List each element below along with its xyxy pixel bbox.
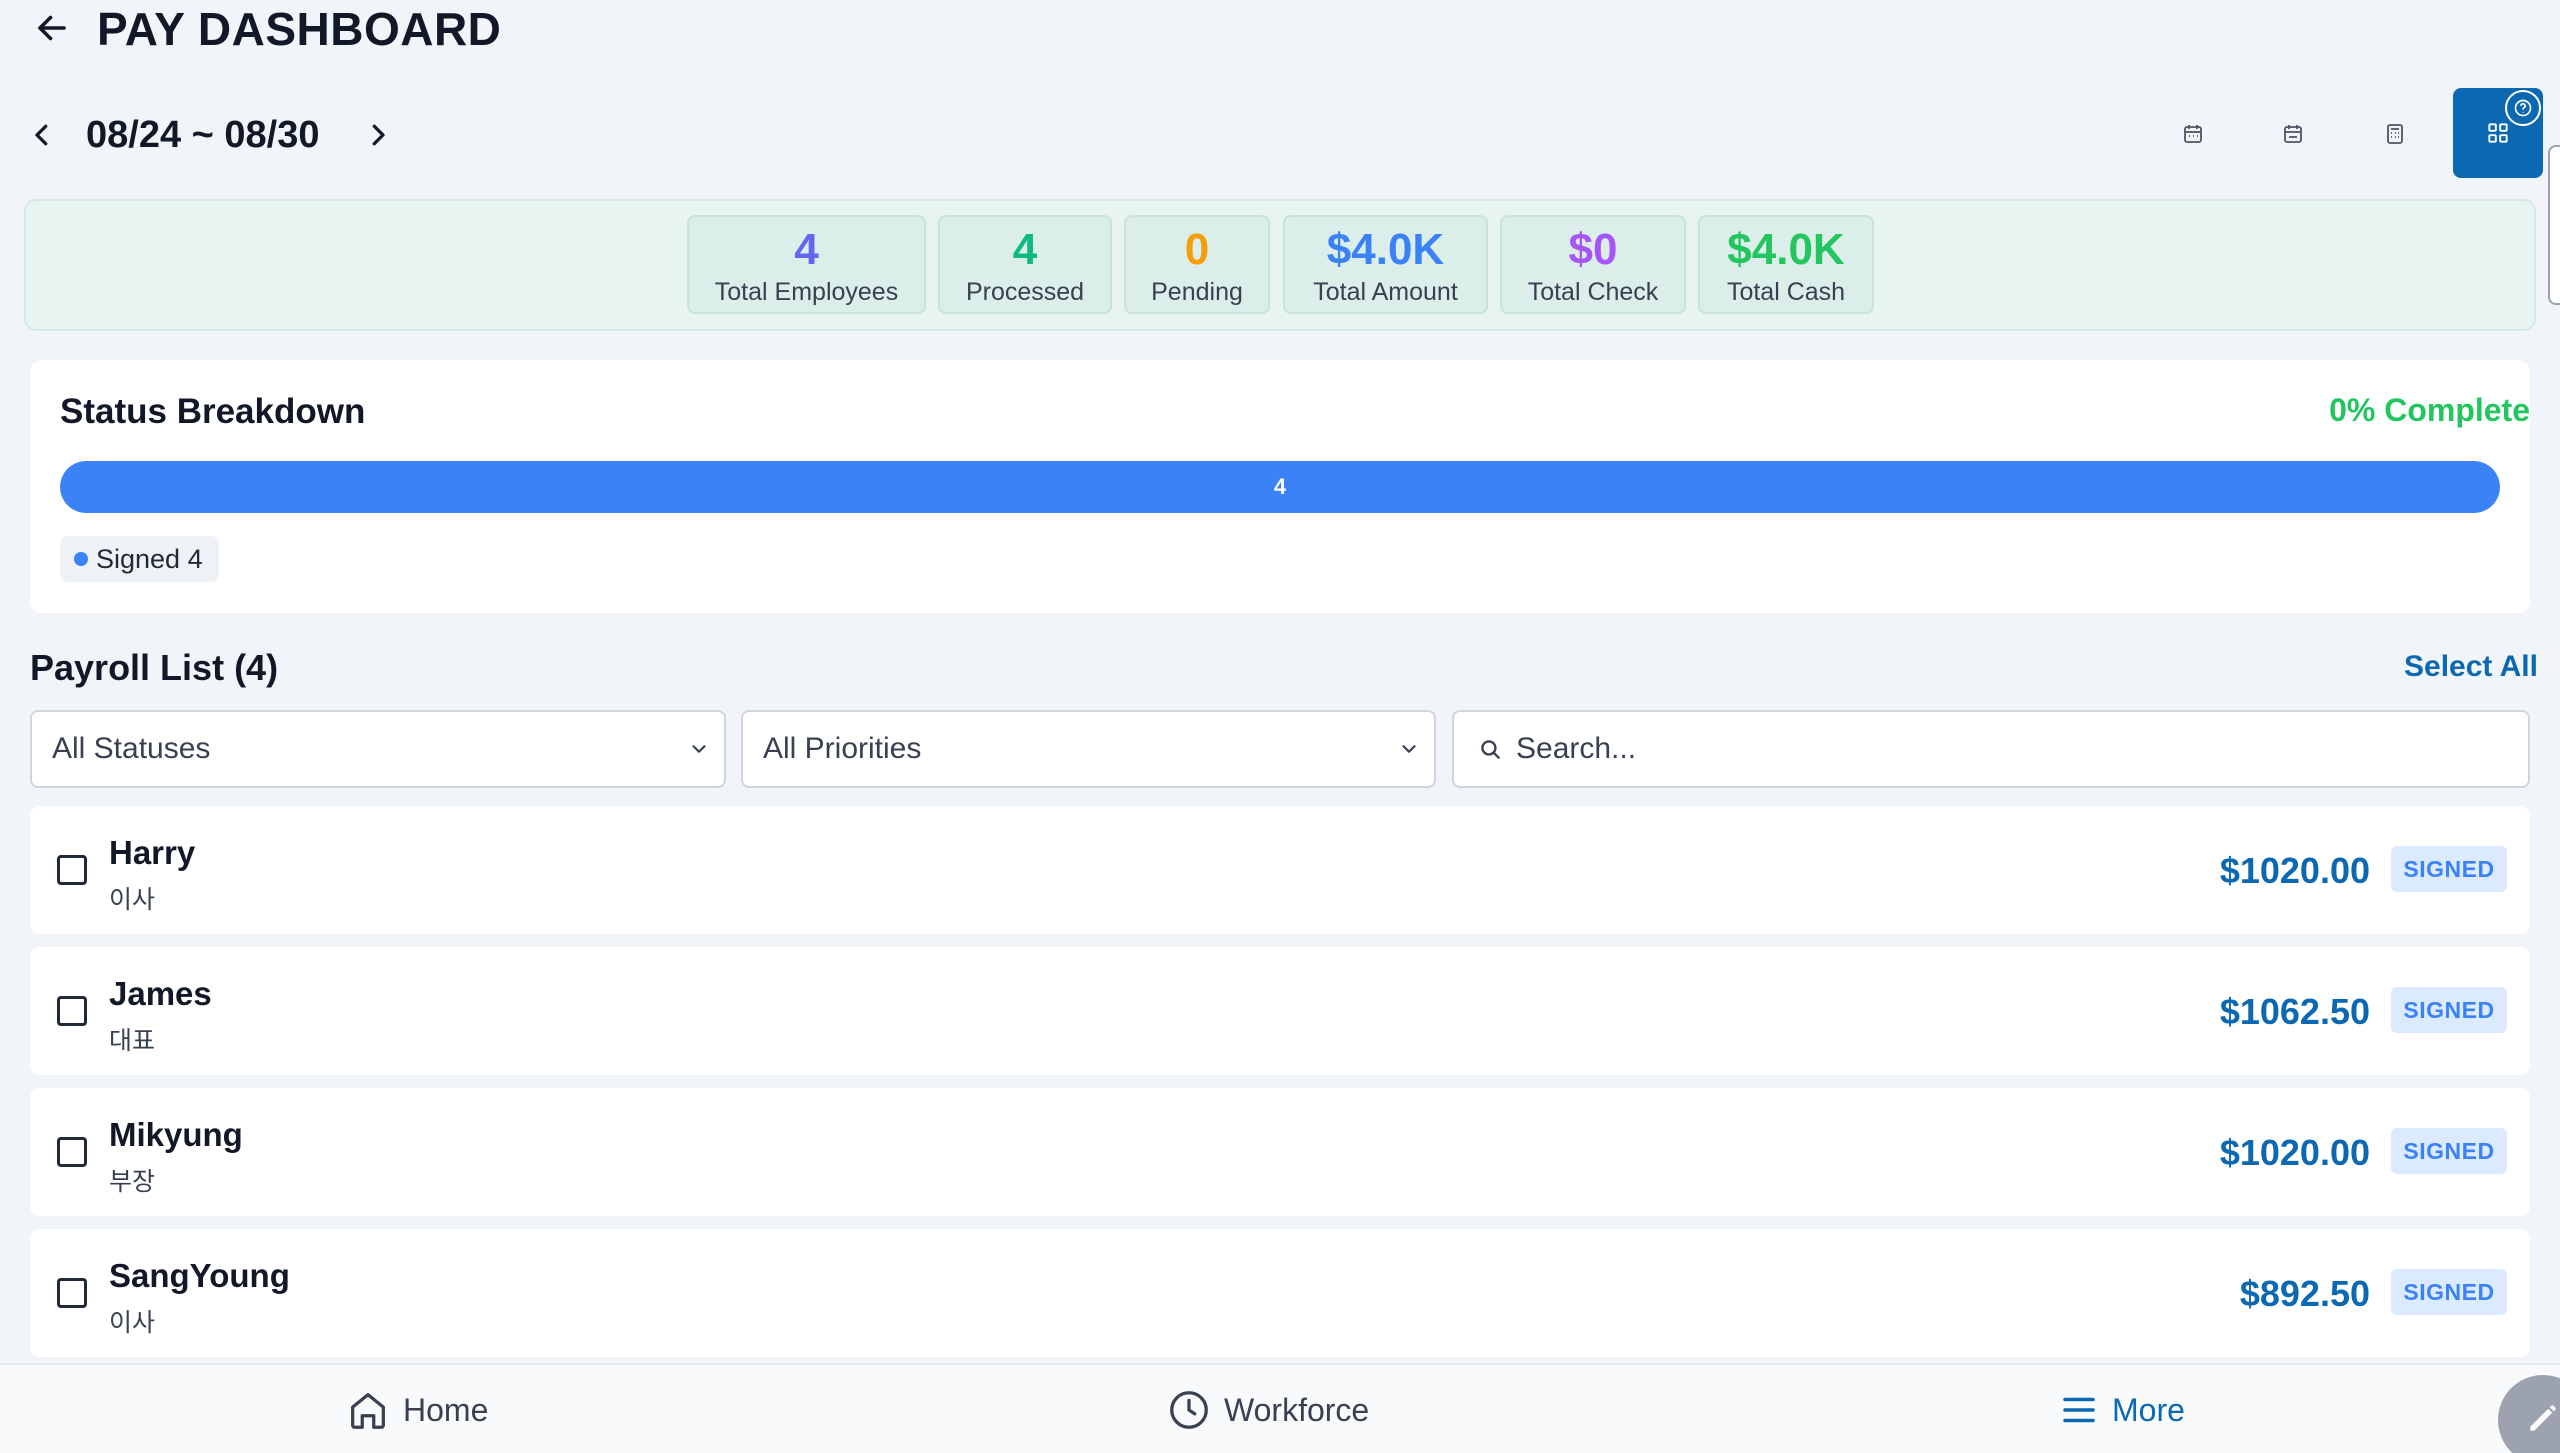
payroll-row[interactable]: James 대표 $1062.50 SIGNED xyxy=(30,947,2530,1075)
chevron-right-icon xyxy=(372,124,385,146)
employee-amount: $1020.00 xyxy=(2219,850,2370,891)
tab-home-label: Home xyxy=(403,1391,489,1428)
stat-label: Total Employees xyxy=(714,278,899,306)
clock-icon xyxy=(1170,1391,1208,1429)
stat-value: 4 xyxy=(1012,225,1038,274)
back-button[interactable] xyxy=(30,6,74,50)
status-badge: SIGNED xyxy=(2391,987,2507,1033)
bottom-nav-bar: Home Workforce More xyxy=(0,1363,2560,1453)
employee-name: James xyxy=(109,975,212,1012)
arrow-left-icon xyxy=(38,15,66,41)
stat-total-check: $0 Total Check xyxy=(1500,215,1686,314)
status-breakdown-card: Status Breakdown 0% Complete 4 Signed 4 xyxy=(30,360,2530,613)
previous-week-button[interactable] xyxy=(17,105,67,165)
tab-home[interactable]: Home xyxy=(345,1365,488,1453)
stat-value: $4.0K xyxy=(1326,225,1445,274)
status-filter-value: All Statuses xyxy=(52,732,211,765)
help-icon[interactable] xyxy=(2505,90,2541,126)
payroll-row[interactable]: SangYoung 이사 $892.50 SIGNED xyxy=(30,1229,2530,1357)
pencil-icon xyxy=(2530,1405,2556,1431)
date-range: 08/24 ~ 08/30 xyxy=(86,114,320,156)
payroll-list-title: Payroll List (4) xyxy=(30,647,279,688)
stat-pending: 0 Pending xyxy=(1124,215,1270,314)
row-checkbox[interactable] xyxy=(57,1137,87,1167)
next-week-button[interactable] xyxy=(353,105,403,165)
employee-name: Harry xyxy=(109,834,196,871)
employee-amount: $1062.50 xyxy=(2219,991,2370,1032)
select-all-button[interactable]: Select All xyxy=(2404,650,2538,684)
stat-value: 4 xyxy=(794,225,819,274)
row-checkbox[interactable] xyxy=(57,1278,87,1308)
payroll-row[interactable]: Harry 이사 $1020.00 SIGNED xyxy=(30,806,2530,934)
tab-workforce[interactable]: Workforce xyxy=(1166,1365,1369,1453)
search-input[interactable] xyxy=(1510,732,2528,766)
completion-percent: 0% Complete xyxy=(2329,392,2530,428)
calendar-day-icon xyxy=(2284,125,2302,143)
payroll-row[interactable]: Mikyung 부장 $1020.00 SIGNED xyxy=(30,1088,2530,1216)
stat-total-amount: $4.0K Total Amount xyxy=(1283,215,1488,314)
employee-name: Mikyung xyxy=(109,1116,243,1153)
status-breakdown-title: Status Breakdown xyxy=(60,392,366,431)
chevron-left-icon xyxy=(35,124,48,146)
weekly-view-button[interactable] xyxy=(2165,108,2221,160)
chevron-down-icon xyxy=(1384,738,1434,760)
stat-label: Pending xyxy=(1151,278,1243,306)
search-icon xyxy=(1470,736,1510,762)
stat-value: $0 xyxy=(1568,225,1618,274)
employee-amount: $1020.00 xyxy=(2219,1132,2370,1173)
daily-view-button[interactable] xyxy=(2265,108,2321,160)
employee-role: 이사 xyxy=(109,886,156,914)
legend-signed: Signed 4 xyxy=(60,536,219,582)
side-scroll-handle[interactable] xyxy=(2548,145,2560,305)
stat-value: $4.0K xyxy=(1727,225,1845,274)
home-icon xyxy=(351,1393,385,1429)
priority-filter-select[interactable]: All Priorities xyxy=(741,710,1436,788)
stat-processed: 4 Processed xyxy=(938,215,1112,314)
stat-label: Processed xyxy=(965,278,1085,306)
status-badge: SIGNED xyxy=(2391,1128,2507,1174)
status-badge: SIGNED xyxy=(2391,1269,2507,1315)
chevron-down-icon xyxy=(674,738,724,760)
stat-total-employees: 4 Total Employees xyxy=(687,215,926,314)
status-filter-select[interactable]: All Statuses xyxy=(30,710,726,788)
employee-role: 대표 xyxy=(109,1027,156,1055)
tab-more-label: More xyxy=(2112,1391,2185,1428)
status-badge: SIGNED xyxy=(2391,846,2507,892)
employee-amount: $892.50 xyxy=(2239,1273,2370,1314)
row-checkbox[interactable] xyxy=(57,996,87,1026)
stat-label: Total Check xyxy=(1527,278,1659,306)
tab-more[interactable]: More xyxy=(2058,1365,2185,1453)
menu-icon xyxy=(2063,1397,2095,1423)
stat-total-cash: $4.0K Total Cash xyxy=(1698,215,1874,314)
tab-workforce-label: Workforce xyxy=(1224,1391,1370,1428)
employee-role: 이사 xyxy=(109,1309,156,1337)
grid-icon xyxy=(2488,123,2508,143)
stat-label: Total Cash xyxy=(1726,278,1846,306)
stats-panel xyxy=(24,199,2536,331)
stat-label: Total Amount xyxy=(1313,278,1458,306)
status-progress-bar: 4 xyxy=(60,461,2500,513)
row-checkbox[interactable] xyxy=(57,855,87,885)
employee-name: SangYoung xyxy=(109,1257,290,1294)
legend-label: Signed 4 xyxy=(96,543,203,574)
calculator-view-button[interactable] xyxy=(2367,108,2423,160)
employee-role: 부장 xyxy=(109,1168,156,1196)
header: PAY DASHBOARD xyxy=(0,0,2560,62)
calendar-week-icon xyxy=(2184,125,2202,143)
calculator-icon xyxy=(2387,124,2403,144)
priority-filter-value: All Priorities xyxy=(763,732,922,765)
signed-segment: 4 xyxy=(60,461,2500,513)
stat-value: 0 xyxy=(1184,225,1210,274)
search-box[interactable] xyxy=(1452,710,2530,788)
page-title: PAY DASHBOARD xyxy=(97,3,502,55)
legend-dot xyxy=(74,552,88,566)
